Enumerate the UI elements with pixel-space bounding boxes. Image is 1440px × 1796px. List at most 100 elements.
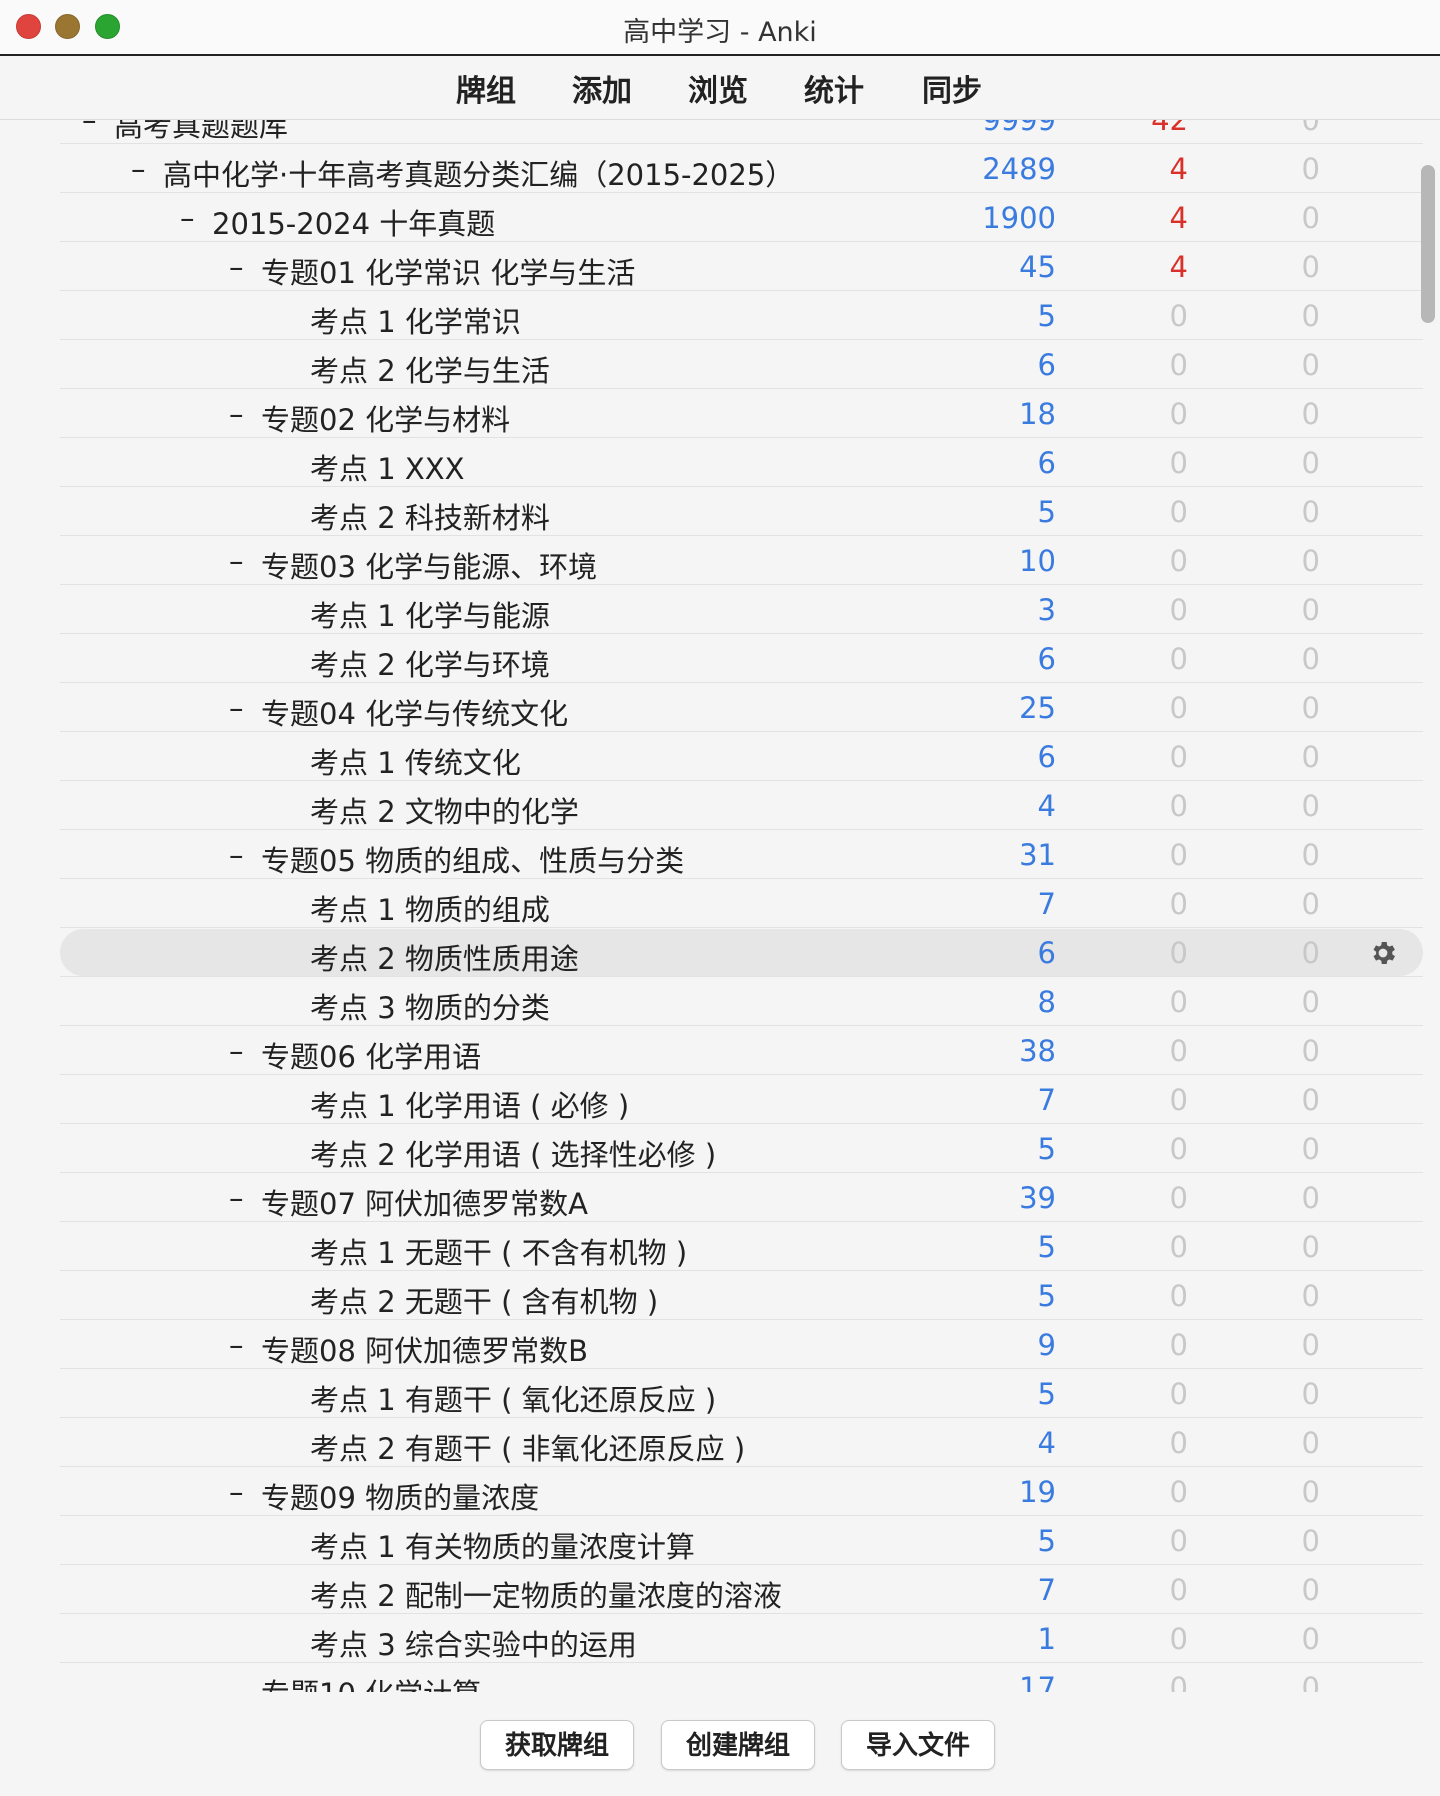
deck-name[interactable]: 考点 2 化学与生活: [310, 348, 550, 390]
import-file-button[interactable]: 导入文件: [841, 1720, 995, 1770]
collapse-toggle[interactable]: –: [229, 544, 244, 578]
deck-name[interactable]: 考点 1 化学常识: [310, 299, 521, 341]
deck-row[interactable]: 考点 1 XXX 6 0 0: [0, 438, 1440, 487]
create-deck-button[interactable]: 创建牌组: [661, 1720, 815, 1770]
deck-name[interactable]: 专题06 化学用语: [261, 1034, 481, 1076]
deck-row[interactable]: – 专题02 化学与材料 18 0 0: [0, 389, 1440, 438]
deck-name[interactable]: 考点 2 物质性质用途: [310, 936, 579, 978]
deck-name[interactable]: 考点 1 无题干 ( 不含有机物 ): [310, 1230, 687, 1272]
new-count: 19: [1019, 1475, 1056, 1509]
deck-row[interactable]: 考点 2 文物中的化学 4 0 0: [0, 781, 1440, 830]
deck-row[interactable]: – 专题07 阿伏加德罗常数A 39 0 0: [0, 1173, 1440, 1222]
review-count: 0: [1301, 1083, 1320, 1117]
toolbar-stats[interactable]: 统计: [804, 66, 864, 110]
deck-row[interactable]: 考点 2 有题干 ( 非氧化还原反应 ) 4 0 0: [0, 1418, 1440, 1467]
deck-row[interactable]: –2015-2024 十年真题 1900 4 0: [0, 193, 1440, 242]
collapse-toggle[interactable]: –: [131, 152, 146, 186]
deck-row[interactable]: 考点 2 无题干 ( 含有机物 ) 5 0 0: [0, 1271, 1440, 1320]
deck-name[interactable]: 专题04 化学与传统文化: [261, 691, 568, 733]
toolbar-add[interactable]: 添加: [572, 66, 632, 110]
deck-name[interactable]: 考点 2 文物中的化学: [310, 789, 579, 831]
toolbar-sync[interactable]: 同步: [922, 66, 982, 110]
deck-row[interactable]: 考点 2 物质性质用途 6 0 0: [0, 928, 1440, 977]
due-count: 0: [1169, 887, 1188, 921]
deck-name[interactable]: 考点 1 物质的组成: [310, 887, 550, 929]
review-count: 0: [1301, 1377, 1320, 1411]
new-count: 4: [1037, 1426, 1056, 1460]
deck-row[interactable]: 考点 1 物质的组成 7 0 0: [0, 879, 1440, 928]
deck-row[interactable]: – 专题08 阿伏加德罗常数B 9 0 0: [0, 1320, 1440, 1369]
deck-row[interactable]: 考点 2 化学用语 ( 选择性必修 ) 5 0 0: [0, 1124, 1440, 1173]
deck-row[interactable]: 专题10 化学计算 17 0 0: [0, 1663, 1440, 1692]
deck-name[interactable]: 专题05 物质的组成、性质与分类: [261, 838, 684, 880]
deck-name[interactable]: 考点 1 传统文化: [310, 740, 521, 782]
deck-name[interactable]: 考点 1 XXX: [310, 446, 465, 488]
collapse-toggle[interactable]: –: [82, 120, 97, 137]
deck-row[interactable]: 考点 1 有关物质的量浓度计算 5 0 0: [0, 1516, 1440, 1565]
deck-row[interactable]: 考点 1 化学常识 5 0 0: [0, 291, 1440, 340]
collapse-toggle[interactable]: –: [229, 838, 244, 872]
collapse-toggle[interactable]: –: [229, 1475, 244, 1509]
deck-row[interactable]: 考点 2 科技新材料 5 0 0: [0, 487, 1440, 536]
deck-row[interactable]: – 专题05 物质的组成、性质与分类 31 0 0: [0, 830, 1440, 879]
new-count: 9999: [982, 120, 1056, 137]
new-count: 2489: [982, 152, 1056, 186]
review-count: 0: [1301, 1230, 1320, 1264]
deck-name[interactable]: 考点 1 化学与能源: [310, 593, 550, 635]
collapse-toggle[interactable]: –: [229, 691, 244, 725]
deck-row[interactable]: 考点 1 化学与能源 3 0 0: [0, 585, 1440, 634]
deck-row[interactable]: 考点 1 有题干 ( 氧化还原反应 ) 5 0 0: [0, 1369, 1440, 1418]
deck-row[interactable]: 考点 1 化学用语 ( 必修 ) 7 0 0: [0, 1075, 1440, 1124]
deck-row[interactable]: 考点 2 配制一定物质的量浓度的溶液 7 0 0: [0, 1565, 1440, 1614]
deck-row[interactable]: – 专题01 化学常识 化学与生活 45 4 0: [0, 242, 1440, 291]
deck-row[interactable]: – 专题04 化学与传统文化 25 0 0: [0, 683, 1440, 732]
deck-name[interactable]: 专题09 物质的量浓度: [261, 1475, 539, 1517]
deck-row[interactable]: 考点 2 化学与生活 6 0 0: [0, 340, 1440, 389]
collapse-toggle[interactable]: –: [180, 201, 195, 235]
deck-name[interactable]: 考点 2 配制一定物质的量浓度的溶液: [310, 1573, 782, 1615]
deck-name[interactable]: 考点 2 化学与环境: [310, 642, 550, 684]
deck-name[interactable]: 专题02 化学与材料: [261, 397, 510, 439]
deck-row[interactable]: – 专题06 化学用语 38 0 0: [0, 1026, 1440, 1075]
deck-name[interactable]: 考点 2 无题干 ( 含有机物 ): [310, 1279, 658, 1321]
deck-list-scrollbar[interactable]: [1421, 165, 1435, 323]
gear-icon[interactable]: [1368, 938, 1398, 968]
new-count: 5: [1037, 495, 1056, 529]
deck-name[interactable]: 考点 1 化学用语 ( 必修 ): [310, 1083, 629, 1125]
deck-name[interactable]: 专题07 阿伏加德罗常数A: [261, 1181, 588, 1223]
collapse-toggle[interactable]: –: [229, 1181, 244, 1215]
deck-name[interactable]: 高中化学·十年高考真题分类汇编（2015-2025）: [163, 152, 794, 194]
due-count: 0: [1169, 691, 1188, 725]
deck-name[interactable]: 考点 2 有题干 ( 非氧化还原反应 ): [310, 1426, 745, 1468]
deck-row[interactable]: 考点 1 传统文化 6 0 0: [0, 732, 1440, 781]
deck-name[interactable]: 专题03 化学与能源、环境: [261, 544, 597, 586]
new-count: 1: [1037, 1622, 1056, 1656]
deck-name[interactable]: 考点 2 科技新材料: [310, 495, 550, 537]
deck-row[interactable]: 考点 3 综合实验中的运用 1 0 0: [0, 1614, 1440, 1663]
deck-row[interactable]: 考点 1 无题干 ( 不含有机物 ) 5 0 0: [0, 1222, 1440, 1271]
deck-name[interactable]: 高考真题题库: [114, 120, 288, 145]
deck-row[interactable]: 考点 2 化学与环境 6 0 0: [0, 634, 1440, 683]
toolbar-browse[interactable]: 浏览: [688, 66, 748, 110]
deck-row[interactable]: – 专题09 物质的量浓度 19 0 0: [0, 1467, 1440, 1516]
collapse-toggle[interactable]: –: [229, 1328, 244, 1362]
review-count: 0: [1301, 1622, 1320, 1656]
deck-name[interactable]: 考点 2 化学用语 ( 选择性必修 ): [310, 1132, 716, 1174]
deck-name[interactable]: 专题01 化学常识 化学与生活: [261, 250, 635, 292]
deck-row[interactable]: – 高中化学·十年高考真题分类汇编（2015-2025） 2489 4 0: [0, 144, 1440, 193]
deck-name[interactable]: 2015-2024 十年真题: [212, 201, 495, 243]
collapse-toggle[interactable]: –: [229, 250, 244, 284]
deck-name[interactable]: 考点 1 有题干 ( 氧化还原反应 ): [310, 1377, 716, 1419]
deck-name[interactable]: 考点 1 有关物质的量浓度计算: [310, 1524, 695, 1566]
deck-name[interactable]: 专题10 化学计算: [261, 1671, 481, 1692]
deck-name[interactable]: 专题08 阿伏加德罗常数B: [261, 1328, 588, 1370]
collapse-toggle[interactable]: –: [229, 1034, 244, 1068]
deck-row[interactable]: 考点 3 物质的分类 8 0 0: [0, 977, 1440, 1026]
deck-name[interactable]: 考点 3 物质的分类: [310, 985, 550, 1027]
toolbar-decks[interactable]: 牌组: [456, 66, 516, 110]
get-shared-decks-button[interactable]: 获取牌组: [480, 1720, 634, 1770]
collapse-toggle[interactable]: –: [229, 397, 244, 431]
deck-row[interactable]: – 专题03 化学与能源、环境 10 0 0: [0, 536, 1440, 585]
deck-name[interactable]: 考点 3 综合实验中的运用: [310, 1622, 637, 1664]
deck-row[interactable]: – 高考真题题库 9999 42 0: [0, 120, 1440, 144]
